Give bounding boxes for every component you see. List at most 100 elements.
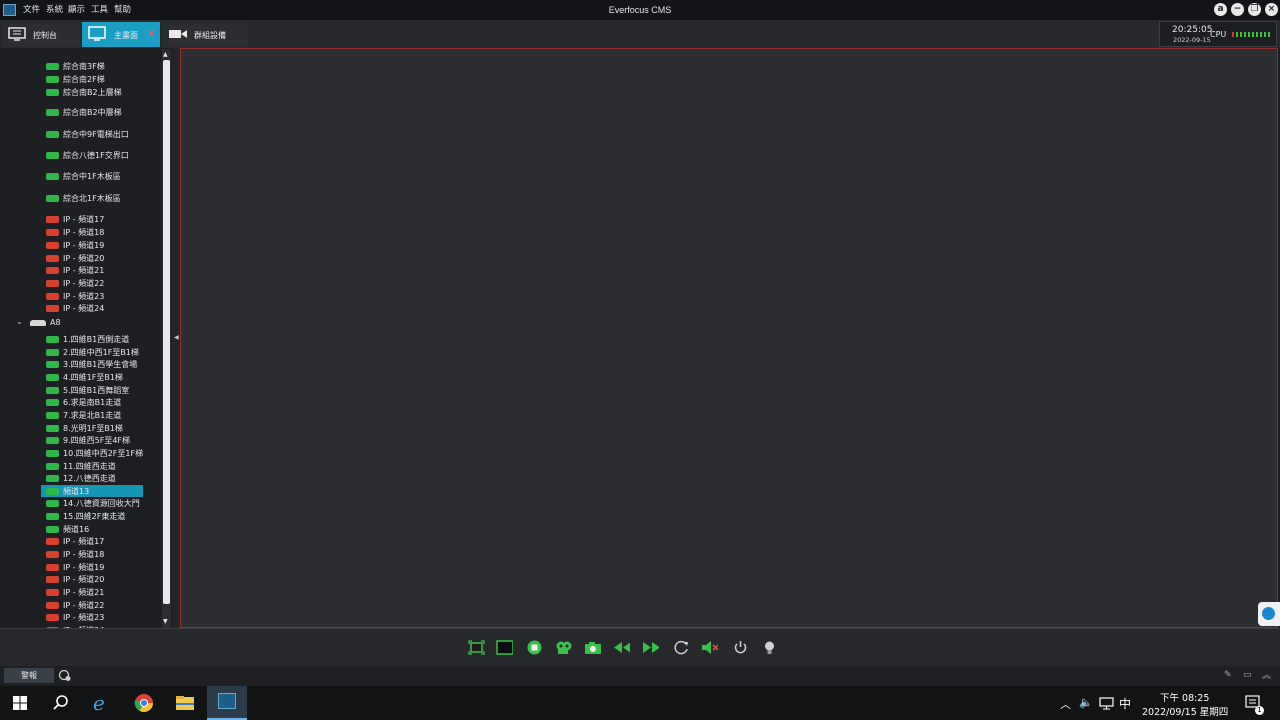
cpu-meter — [1232, 32, 1272, 37]
close-icon[interactable]: × — [1265, 3, 1278, 16]
alarm-tab[interactable]: 警報 — [4, 668, 54, 683]
refresh-icon[interactable] — [673, 640, 690, 655]
scroll-up-icon[interactable]: ▲ — [163, 51, 168, 58]
tree-item-camera[interactable]: 7.求是北B1走道 — [41, 409, 159, 421]
tree-item-camera[interactable]: 綜合南B2中層梯 — [41, 106, 159, 118]
tree-item-camera[interactable]: 11.四維西走道 — [41, 460, 159, 472]
fullscreen-icon[interactable] — [468, 640, 485, 655]
tree-item-camera[interactable]: 頻道16 — [41, 523, 159, 535]
tree-item-label: 頻道16 — [63, 524, 90, 534]
tree-item-camera[interactable]: 12.八德西走道 — [41, 472, 159, 484]
tree-item-camera[interactable]: 2.四維中西1F至B1梯 — [41, 346, 159, 358]
window-icon[interactable]: ▭ — [1243, 670, 1252, 680]
stop-icon[interactable] — [526, 640, 543, 655]
search-icon[interactable] — [51, 693, 71, 713]
network-icon[interactable] — [1099, 697, 1114, 710]
tree-item-label: 綜合中1F木板區 — [63, 172, 121, 181]
tree-item-offline-camera[interactable]: IP - 頻道20 — [41, 573, 159, 585]
file-explorer-icon[interactable] — [175, 693, 195, 713]
taskbar-time[interactable]: 下午 08:25 — [1160, 690, 1209, 704]
ime-indicator[interactable]: 中 — [1119, 695, 1131, 712]
taskbar-date[interactable]: 2022/09/15 星期四 — [1142, 704, 1228, 718]
monitor-icon — [88, 26, 106, 41]
tree-device-a8[interactable]: ⌄ A8 — [16, 317, 116, 329]
tree-item-camera[interactable]: 14.八德資源回收大門 — [41, 497, 159, 509]
tree-item-offline-camera[interactable]: IP - 頻道22 — [41, 277, 159, 289]
tree-item-camera[interactable]: 綜合北1F木板區 — [41, 192, 159, 204]
restore-icon[interactable]: ❐ — [1248, 3, 1261, 16]
minimize-icon[interactable]: − — [1231, 3, 1244, 16]
tree-item-label: 11.四維西走道 — [63, 461, 116, 471]
panel-splitter[interactable]: ◀ — [172, 48, 180, 628]
chrome-icon[interactable] — [134, 693, 154, 713]
tree-item-offline-camera[interactable]: IP - 頻道19 — [41, 561, 159, 573]
collapse-up-icon[interactable]: ︽ — [1262, 668, 1271, 681]
tree-item-offline-camera[interactable]: IP - 頻道17 — [41, 535, 159, 547]
tree-item-camera[interactable]: 1.四維B1西側走道 — [41, 333, 159, 345]
tray-chevron-icon[interactable]: ︿ — [1060, 696, 1071, 712]
tree-item-camera[interactable]: 頻道13 — [41, 484, 143, 497]
tree-item-camera[interactable]: 15.四維2F東走道 — [41, 510, 159, 522]
tree-item-camera[interactable]: 綜合八德1F交界口 — [41, 149, 159, 161]
fast-forward-icon[interactable] — [642, 640, 659, 655]
tree-item-offline-camera[interactable]: IP - 頻道22 — [41, 599, 159, 611]
camera-offline-icon — [46, 280, 59, 287]
windows-start-icon[interactable] — [10, 693, 30, 713]
alarm-settings-icon[interactable] — [58, 669, 72, 682]
tree-item-offline-camera[interactable]: IP - 頻道24 — [41, 302, 159, 314]
camera-offline-icon — [46, 538, 59, 546]
tree-item-camera[interactable]: 綜合南3F梯 — [41, 60, 159, 72]
mute-icon[interactable] — [701, 640, 718, 655]
tab-console[interactable]: 控制台 — [2, 22, 80, 47]
record-icon[interactable] — [555, 640, 572, 655]
tree-item-camera[interactable]: 綜合南B2上層梯 — [41, 86, 159, 98]
tree-item-camera[interactable]: 5.四維B1西舞蹈室 — [41, 384, 159, 396]
tree-item-label: 2.四維中西1F至B1梯 — [63, 347, 139, 357]
tree-item-offline-camera[interactable]: IP - 頻道18 — [41, 548, 159, 560]
light-bulb-icon[interactable] — [761, 640, 778, 655]
tree-item-camera[interactable]: 綜合中1F木板區 — [41, 170, 159, 182]
remote-support-tab[interactable] — [1258, 602, 1280, 626]
tree-scrollbar-thumb[interactable] — [163, 60, 170, 604]
tab-group-devices[interactable]: 群組設備 — [162, 22, 248, 47]
collapse-left-icon[interactable]: ◀ — [174, 334, 179, 341]
tree-item-label: IP - 頻道21 — [63, 266, 105, 275]
taskbar-cms-active[interactable] — [207, 686, 247, 720]
playback-toolbar — [0, 628, 1280, 666]
tree-item-camera[interactable]: 8.光明1F至B1梯 — [41, 422, 159, 434]
tree-item-offline-camera[interactable]: IP - 頻道18 — [41, 226, 159, 238]
tree-item-camera[interactable]: 10.四維中西2F至1F梯 — [41, 447, 159, 459]
internet-explorer-icon[interactable]: e — [92, 693, 112, 713]
scroll-down-icon[interactable]: ▼ — [163, 618, 168, 625]
snapshot-icon[interactable] — [584, 640, 601, 655]
tab-console-label: 控制台 — [33, 31, 57, 40]
tab-close-icon[interactable]: × — [147, 28, 155, 39]
pin-icon[interactable]: ✎ — [1224, 670, 1232, 680]
tree-item-label: 9.四維西5F至4F梯 — [63, 436, 131, 446]
camera-online-icon — [46, 373, 59, 381]
camera-online-icon — [46, 76, 59, 83]
volume-icon[interactable]: 🔈 — [1079, 696, 1093, 709]
layout-single-icon[interactable] — [496, 640, 513, 655]
rewind-icon[interactable] — [613, 640, 630, 655]
expand-chevron-icon[interactable]: ⌄ — [16, 317, 23, 326]
monitor-grid-icon — [8, 27, 26, 41]
tree-item-camera[interactable]: 綜合中9F電梯出口 — [41, 128, 159, 140]
tab-main-view[interactable]: 主畫面 × — [82, 22, 160, 47]
tree-item-offline-camera[interactable]: IP - 頻道19 — [41, 239, 159, 251]
tree-item-label: 7.求是北B1走道 — [63, 410, 122, 420]
lock-icon[interactable]: a — [1214, 3, 1227, 16]
tree-item-camera[interactable]: 9.四維西5F至4F梯 — [41, 434, 159, 446]
tree-item-offline-camera[interactable]: IP - 頻道17 — [41, 213, 159, 225]
tree-item-camera[interactable]: 綜合南2F梯 — [41, 73, 159, 85]
tree-item-offline-camera[interactable]: IP - 頻道23 — [41, 290, 159, 302]
tree-item-offline-camera[interactable]: IP - 頻道23 — [41, 611, 159, 623]
power-icon[interactable] — [732, 640, 749, 655]
tree-item-offline-camera[interactable]: IP - 頻道21 — [41, 586, 159, 598]
tree-item-camera[interactable]: 4.四維1F至B1梯 — [41, 371, 159, 383]
video-display-area[interactable] — [180, 48, 1278, 628]
tree-item-offline-camera[interactable]: IP - 頻道20 — [41, 252, 159, 264]
tree-item-camera[interactable]: 6.求是南B1走道 — [41, 396, 159, 408]
tree-item-offline-camera[interactable]: IP - 頻道21 — [41, 264, 159, 276]
tree-item-camera[interactable]: 3.四維B1西學生會場 — [41, 358, 159, 370]
